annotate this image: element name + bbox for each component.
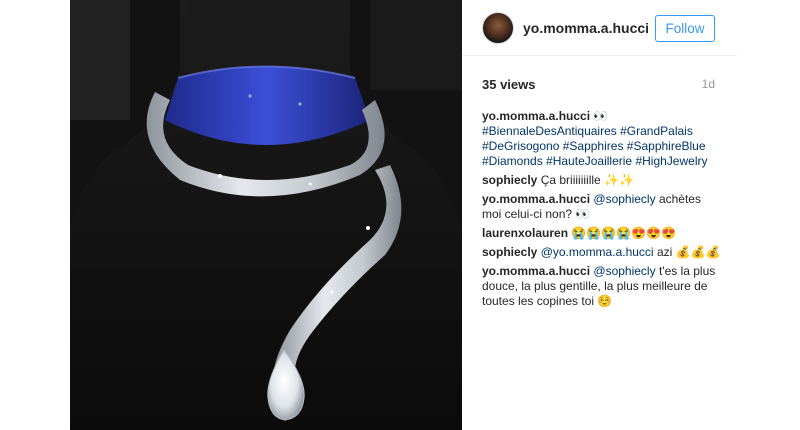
comment-username[interactable]: laurenxolauren — [482, 226, 568, 240]
comment-username[interactable]: yo.momma.a.hucci — [482, 192, 590, 206]
view-count[interactable]: 35 views — [482, 77, 536, 92]
hashtag[interactable]: #SapphireBlue — [627, 139, 706, 153]
hashtag[interactable]: #DeGrisogono — [482, 139, 559, 153]
comment-username[interactable]: yo.momma.a.hucci — [482, 264, 590, 278]
post-panel: yo.momma.a.hucci Follow 35 views 1d yo.m… — [462, 0, 737, 430]
comment: sophiecly Ça briiiiiiille ✨✨ — [482, 173, 722, 188]
timestamp[interactable]: 1d — [702, 77, 715, 91]
comment-text: Ça briiiiiiille ✨✨ — [540, 173, 634, 187]
comment: yo.momma.a.hucci @sophiecly achètes moi … — [482, 192, 722, 222]
comment: yo.momma.a.hucci @sophiecly t'es la plus… — [482, 264, 722, 309]
caption-username[interactable]: yo.momma.a.hucci — [482, 109, 590, 123]
comment-text: 😭😭😭😭😍😍😍 — [571, 226, 676, 240]
post-photo[interactable] — [70, 0, 462, 430]
hashtag[interactable]: #Sapphires — [563, 139, 624, 153]
comment-list: yo.momma.a.hucci 👀 #BiennaleDesAntiquair… — [482, 109, 722, 313]
hashtag[interactable]: #HighJewelry — [635, 154, 707, 168]
comment-username[interactable]: sophiecly — [482, 173, 537, 187]
hashtag[interactable]: #GrandPalais — [620, 124, 693, 138]
post-stats: 35 views 1d — [482, 77, 715, 93]
jewelry-photo — [70, 0, 462, 430]
post-header: yo.momma.a.hucci Follow — [462, 0, 737, 56]
hashtag[interactable]: #HauteJoaillerie — [546, 154, 632, 168]
comment-mention[interactable]: @yo.momma.a.hucci — [541, 245, 654, 259]
header-username[interactable]: yo.momma.a.hucci — [523, 20, 649, 36]
follow-button[interactable]: Follow — [655, 15, 715, 42]
comment-text: azi 💰💰💰 — [656, 245, 721, 259]
comment: laurenxolauren 😭😭😭😭😍😍😍 — [482, 226, 722, 241]
hashtag[interactable]: #BiennaleDesAntiquaires — [482, 124, 617, 138]
caption: yo.momma.a.hucci 👀 #BiennaleDesAntiquair… — [482, 109, 722, 169]
comment-mention[interactable]: @sophiecly — [593, 264, 655, 278]
user-avatar[interactable] — [482, 12, 514, 44]
hashtag[interactable]: #Diamonds — [482, 154, 543, 168]
comment: sophiecly @yo.momma.a.hucci azi 💰💰💰 — [482, 245, 722, 260]
caption-text: 👀 — [593, 109, 609, 123]
comment-username[interactable]: sophiecly — [482, 245, 537, 259]
comment-mention[interactable]: @sophiecly — [593, 192, 655, 206]
